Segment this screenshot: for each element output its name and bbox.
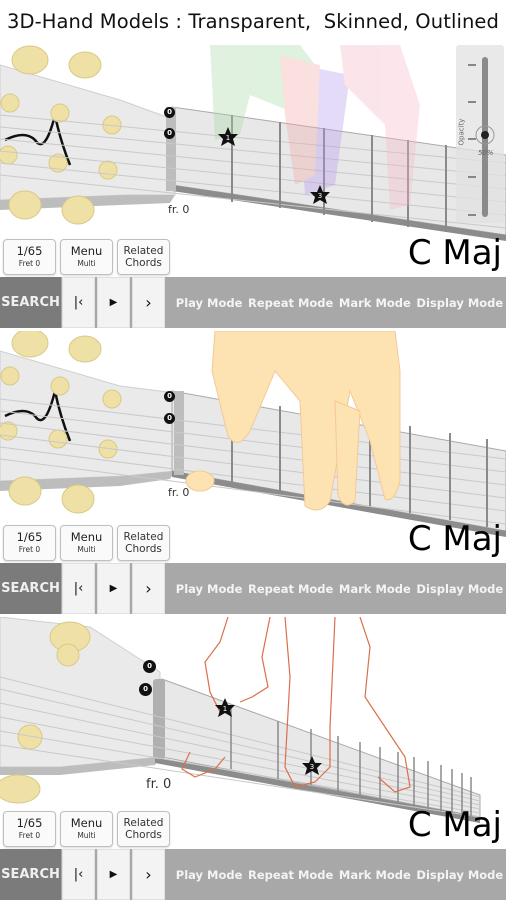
position-value: 1/65 (16, 244, 43, 258)
related-label-2: Chords (125, 829, 162, 841)
related-label-1: Related (123, 245, 164, 257)
tab-display-mode[interactable]: Display Mode (416, 296, 503, 310)
menu-button[interactable]: Menu Multi (60, 239, 113, 275)
svg-text:3: 3 (310, 763, 314, 771)
position-value: 1/65 (16, 530, 43, 544)
menu-sub-label: Multi (77, 545, 96, 554)
fret-label: fr. 0 (168, 486, 190, 499)
related-label-2: Chords (125, 543, 162, 555)
toolbar: SEARCH |‹ ▶ › Play Mode Repeat Mode Mark… (0, 277, 506, 328)
menu-sub-label: Multi (77, 831, 96, 840)
related-chords-button[interactable]: Related Chords (117, 525, 170, 561)
chord-name: C Maj (407, 233, 502, 273)
tab-repeat-mode[interactable]: Repeat Mode (248, 296, 333, 310)
fret-value: Fret 0 (18, 831, 41, 840)
open-string-marker: 0 (164, 391, 175, 402)
fret-value: Fret 0 (18, 259, 41, 268)
nut (166, 107, 176, 191)
slider-thumb (481, 131, 489, 139)
skip-first-icon: |‹ (73, 581, 84, 596)
play-icon: ▶ (109, 297, 118, 308)
panel-outlined: 1 3 0 0 fr. 0 1/65 Fret 0 Menu Multi Relat… (0, 617, 506, 903)
menu-sub-label: Multi (77, 259, 96, 268)
play-button[interactable]: ▶ (97, 277, 130, 328)
open-string-marker: 0 (164, 128, 175, 139)
related-label-1: Related (123, 817, 164, 829)
tab-display-mode[interactable]: Display Mode (416, 582, 503, 596)
menu-button[interactable]: Menu Multi (60, 811, 113, 847)
first-button[interactable]: |‹ (62, 849, 95, 900)
mode-tabs: Play Mode Repeat Mode Mark Mode Display … (167, 277, 506, 328)
chevron-right-icon: › (145, 293, 152, 312)
opacity-value: 50% (478, 149, 494, 157)
fret-value: Fret 0 (18, 545, 41, 554)
next-button[interactable]: › (132, 849, 165, 900)
headstock (0, 350, 176, 482)
position-button[interactable]: 1/65 Fret 0 (3, 811, 56, 847)
tab-play-mode[interactable]: Play Mode (176, 296, 243, 310)
tab-repeat-mode[interactable]: Repeat Mode (248, 582, 333, 596)
related-label-1: Related (123, 531, 164, 543)
related-chords-button[interactable]: Related Chords (117, 239, 170, 275)
search-button[interactable]: SEARCH (0, 563, 61, 614)
info-buttons: 1/65 Fret 0 Menu Multi Related Chords (3, 239, 170, 277)
tab-display-mode[interactable]: Display Mode (416, 868, 503, 882)
position-button[interactable]: 1/65 Fret 0 (3, 525, 56, 561)
panel-skinned: 0 0 fr. 0 1/65 Fret 0 Menu Multi Related Ch… (0, 331, 506, 617)
svg-text:1: 1 (226, 134, 230, 142)
tab-mark-mode[interactable]: Mark Mode (339, 868, 411, 882)
search-button[interactable]: SEARCH (0, 277, 61, 328)
position-value: 1/65 (16, 816, 43, 830)
fret-label: fr. 0 (168, 203, 190, 216)
play-icon: ▶ (109, 583, 118, 594)
play-icon: ▶ (109, 869, 118, 880)
menu-button[interactable]: Menu Multi (60, 525, 113, 561)
skip-first-icon: |‹ (73, 295, 84, 310)
tab-repeat-mode[interactable]: Repeat Mode (248, 868, 333, 882)
info-buttons: 1/65 Fret 0 Menu Multi Related Chords (3, 525, 170, 563)
open-string-marker: 0 (143, 660, 156, 673)
position-button[interactable]: 1/65 Fret 0 (3, 239, 56, 275)
info-buttons: 1/65 Fret 0 Menu Multi Related Chords (3, 811, 170, 849)
opacity-slider[interactable]: Opacity 50% (456, 45, 504, 223)
toolbar: SEARCH |‹ ▶ › Play Mode Repeat Mode Mark… (0, 849, 506, 900)
skip-first-icon: |‹ (73, 867, 84, 882)
play-button[interactable]: ▶ (97, 849, 130, 900)
tab-mark-mode[interactable]: Mark Mode (339, 582, 411, 596)
headstock (0, 64, 176, 201)
toolbar: SEARCH |‹ ▶ › Play Mode Repeat Mode Mark… (0, 563, 506, 614)
next-button[interactable]: › (132, 277, 165, 328)
menu-label: Menu (70, 816, 103, 830)
chord-name: C Maj (407, 805, 502, 845)
page-title: 3D-Hand Models : Transparent, Skinned, O… (6, 10, 500, 33)
first-button[interactable]: |‹ (62, 563, 95, 614)
menu-label: Menu (70, 530, 103, 544)
open-string-marker: 0 (164, 413, 175, 424)
play-button[interactable]: ▶ (97, 563, 130, 614)
tab-play-mode[interactable]: Play Mode (176, 582, 243, 596)
open-string-marker: 0 (139, 683, 152, 696)
chevron-right-icon: › (145, 579, 152, 598)
related-label-2: Chords (125, 257, 162, 269)
next-button[interactable]: › (132, 563, 165, 614)
mode-tabs: Play Mode Repeat Mode Mark Mode Display … (167, 563, 506, 614)
tab-mark-mode[interactable]: Mark Mode (339, 296, 411, 310)
panel-transparent: 1 3 0 0 fr. 0 Opacity 50% 1/65 Fret 0 Men… (0, 45, 506, 331)
svg-text:3: 3 (318, 192, 322, 200)
chevron-right-icon: › (145, 865, 152, 884)
first-button[interactable]: |‹ (62, 277, 95, 328)
search-button[interactable]: SEARCH (0, 849, 61, 900)
tab-play-mode[interactable]: Play Mode (176, 868, 243, 882)
open-string-marker: 0 (164, 107, 175, 118)
related-chords-button[interactable]: Related Chords (117, 811, 170, 847)
chord-name: C Maj (407, 519, 502, 559)
mode-tabs: Play Mode Repeat Mode Mark Mode Display … (167, 849, 506, 900)
opacity-label: Opacity (457, 118, 466, 146)
menu-label: Menu (70, 244, 103, 258)
svg-text:1: 1 (223, 705, 227, 713)
fret-label: fr. 0 (146, 777, 172, 792)
